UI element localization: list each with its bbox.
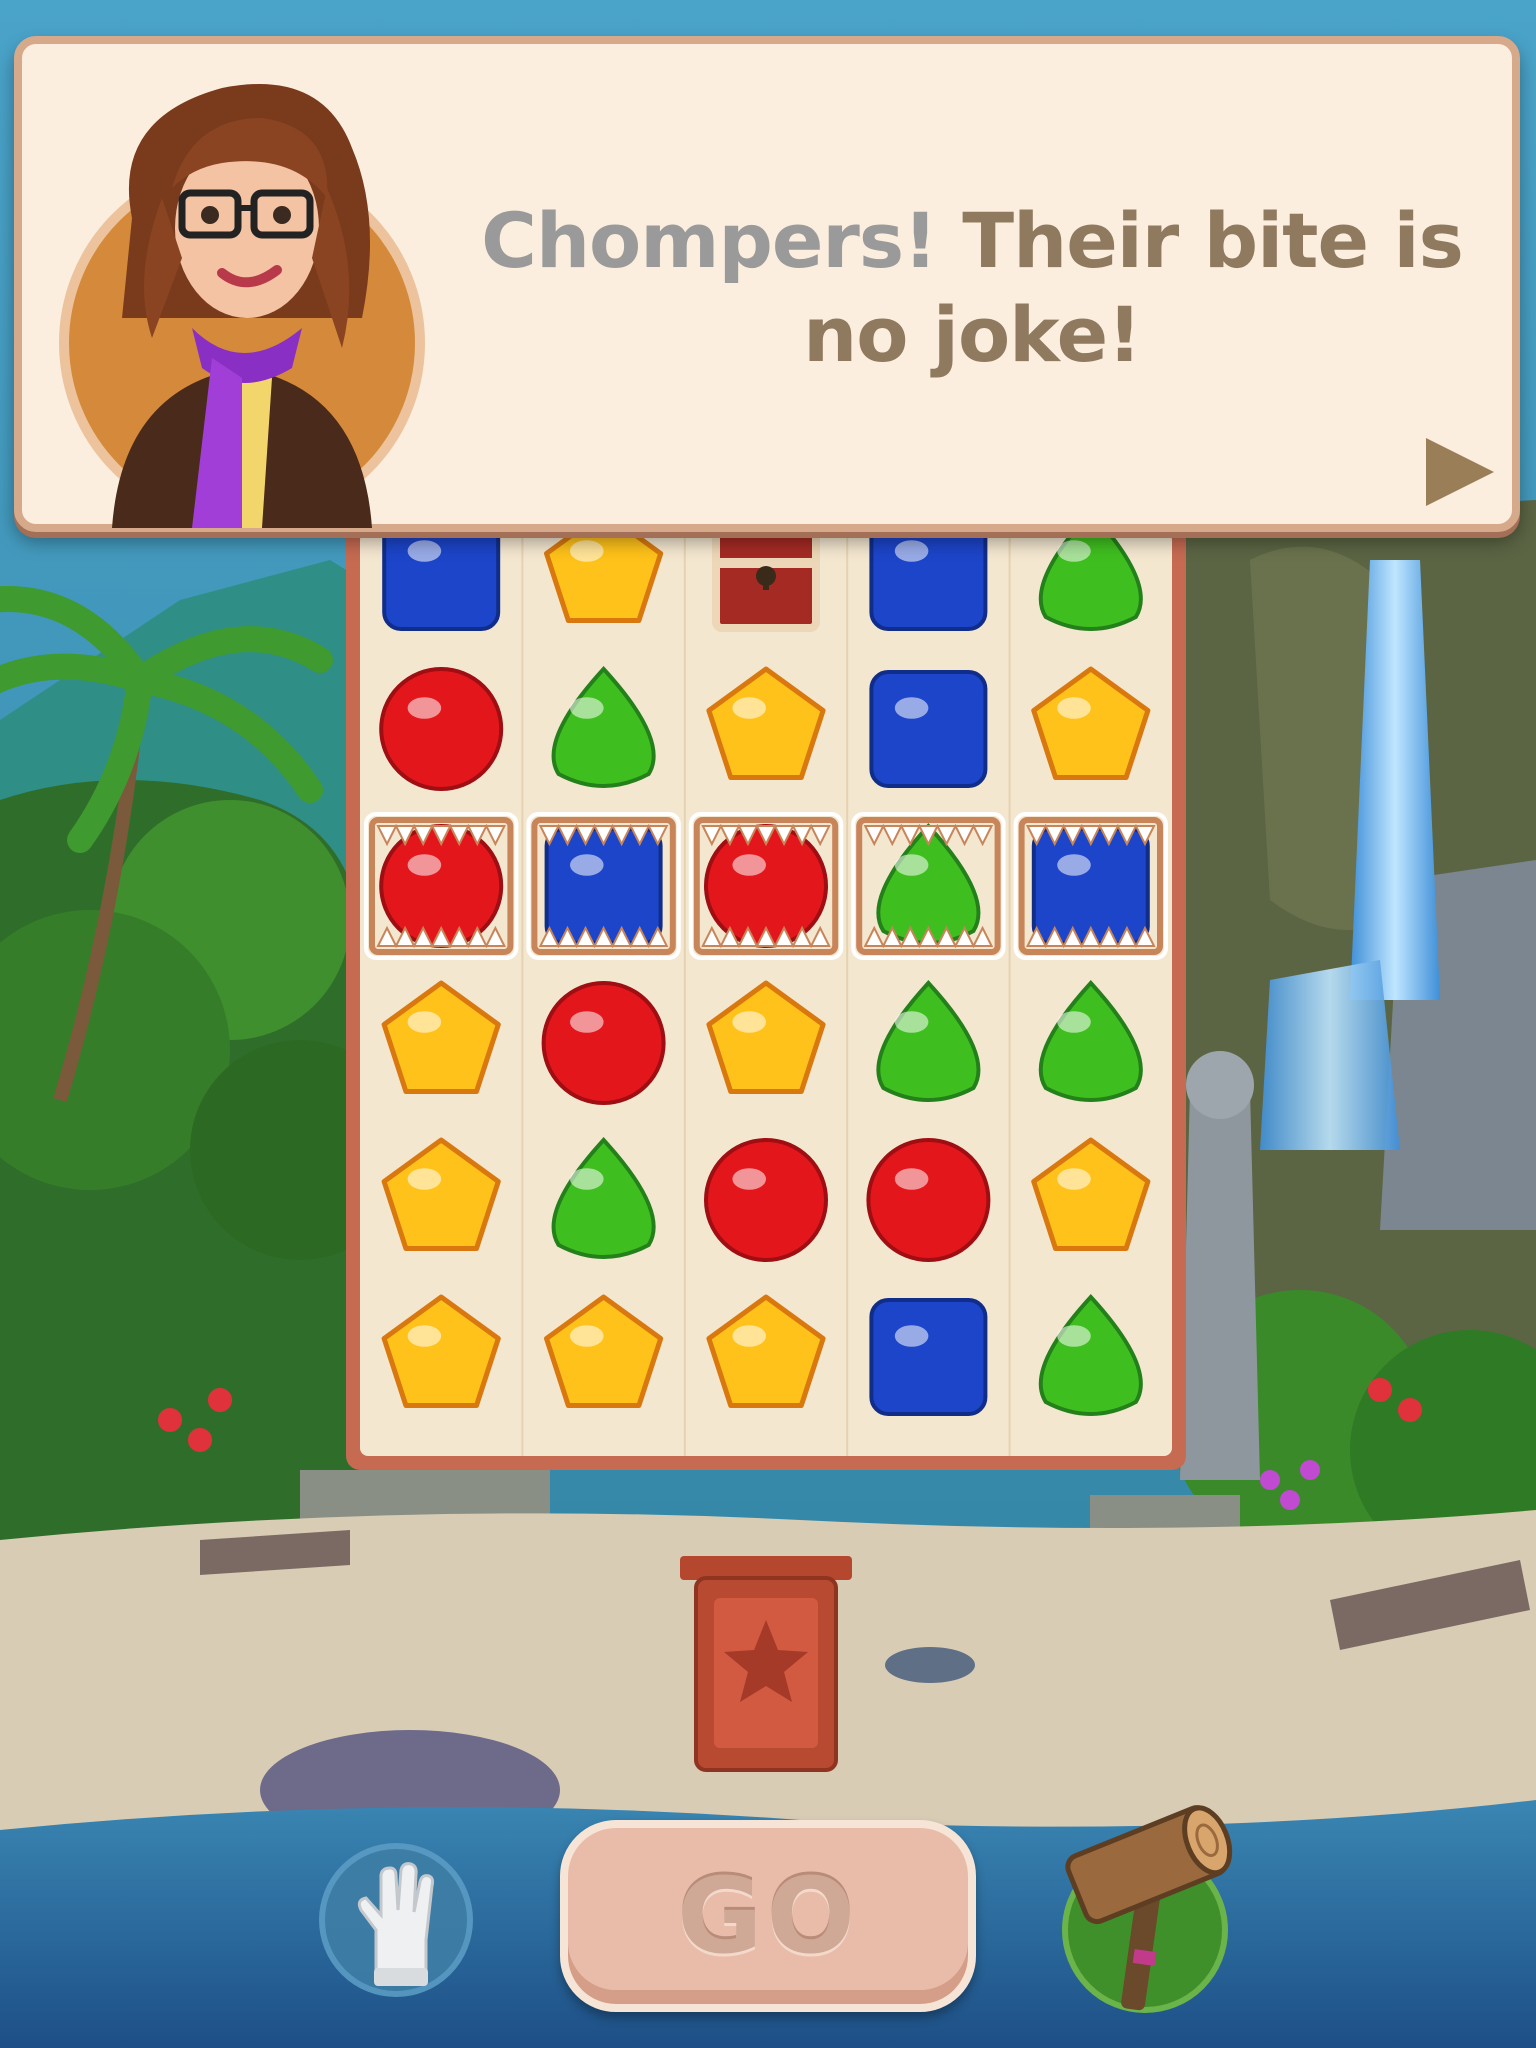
- yellow-gem[interactable]: [381, 1294, 501, 1408]
- yellow-gem[interactable]: [706, 980, 826, 1094]
- board-cell[interactable]: [364, 812, 519, 960]
- dialog-text: Chompers! Their bite is no joke!: [462, 194, 1482, 382]
- blue-gem[interactable]: [869, 1298, 988, 1416]
- hammer-booster-button[interactable]: [1050, 1800, 1240, 2020]
- green-gem[interactable]: [1038, 1294, 1143, 1416]
- yellow-gem[interactable]: [706, 1294, 826, 1408]
- board-cell[interactable]: [381, 980, 501, 1094]
- column-divider: [521, 532, 524, 1456]
- board-cell[interactable]: [869, 532, 988, 631]
- red-gem[interactable]: [379, 667, 504, 791]
- green-gem[interactable]: [1038, 532, 1143, 631]
- board-cell[interactable]: [551, 1137, 656, 1259]
- board-cell[interactable]: [1038, 980, 1143, 1102]
- board-cell[interactable]: [551, 666, 656, 788]
- board-cell[interactable]: [876, 980, 981, 1102]
- board-cell[interactable]: [379, 667, 504, 791]
- red-gem[interactable]: [541, 981, 666, 1105]
- yellow-gem[interactable]: [1031, 666, 1151, 780]
- board-cell[interactable]: [381, 1137, 501, 1251]
- board-cell[interactable]: [851, 812, 1006, 960]
- go-label: GO: [677, 1855, 859, 1977]
- tiles-layer: [364, 532, 1168, 1456]
- green-gem[interactable]: [551, 666, 656, 788]
- column-divider: [1008, 532, 1011, 1456]
- board-cell[interactable]: [526, 812, 681, 960]
- blue-gem[interactable]: [869, 532, 988, 631]
- board-cell[interactable]: [706, 1294, 826, 1408]
- board-cell[interactable]: [869, 670, 988, 788]
- blue-gem[interactable]: [869, 670, 988, 788]
- treasure-chest-icon: [712, 532, 820, 632]
- board-cell[interactable]: [381, 1294, 501, 1408]
- yellow-gem[interactable]: [381, 980, 501, 1094]
- board-cell[interactable]: [706, 666, 826, 780]
- red-gem[interactable]: [704, 1138, 828, 1262]
- column-divider: [846, 532, 849, 1456]
- board-cell[interactable]: [544, 532, 664, 623]
- board-cell[interactable]: [706, 980, 826, 1094]
- column-divider: [683, 532, 686, 1456]
- board-cell[interactable]: [544, 1294, 664, 1408]
- board-cell[interactable]: [1038, 1294, 1143, 1416]
- play-arrow-icon[interactable]: [1422, 432, 1498, 512]
- dialog-text-highlight: Chompers!: [481, 196, 938, 285]
- board-cell[interactable]: [712, 532, 820, 632]
- go-button[interactable]: GO: [560, 1820, 976, 2012]
- yellow-gem[interactable]: [706, 666, 826, 780]
- yellow-gem[interactable]: [544, 532, 664, 623]
- green-gem[interactable]: [876, 980, 981, 1102]
- dialog-box[interactable]: Chompers! Their bite is no joke!: [14, 36, 1520, 532]
- board-cell[interactable]: [1031, 1137, 1151, 1251]
- board-cell[interactable]: [688, 812, 844, 960]
- green-gem[interactable]: [551, 1137, 656, 1259]
- collector-box: [680, 1556, 852, 1772]
- board-cell[interactable]: [869, 1298, 988, 1416]
- board-cell[interactable]: [1038, 532, 1143, 631]
- board-cell[interactable]: [704, 1138, 828, 1262]
- red-gem[interactable]: [866, 1138, 991, 1262]
- board-cell[interactable]: [866, 1138, 991, 1262]
- character-portrait: [59, 84, 425, 528]
- board-cell[interactable]: [541, 981, 666, 1105]
- game-board: [360, 532, 1172, 1456]
- glove-booster-button[interactable]: [316, 1840, 476, 2000]
- green-gem[interactable]: [1038, 980, 1143, 1102]
- board-cell[interactable]: [1013, 812, 1168, 960]
- board-cell[interactable]: [1031, 666, 1151, 780]
- yellow-gem[interactable]: [544, 1294, 664, 1408]
- yellow-gem[interactable]: [381, 1137, 501, 1251]
- yellow-gem[interactable]: [1031, 1137, 1151, 1251]
